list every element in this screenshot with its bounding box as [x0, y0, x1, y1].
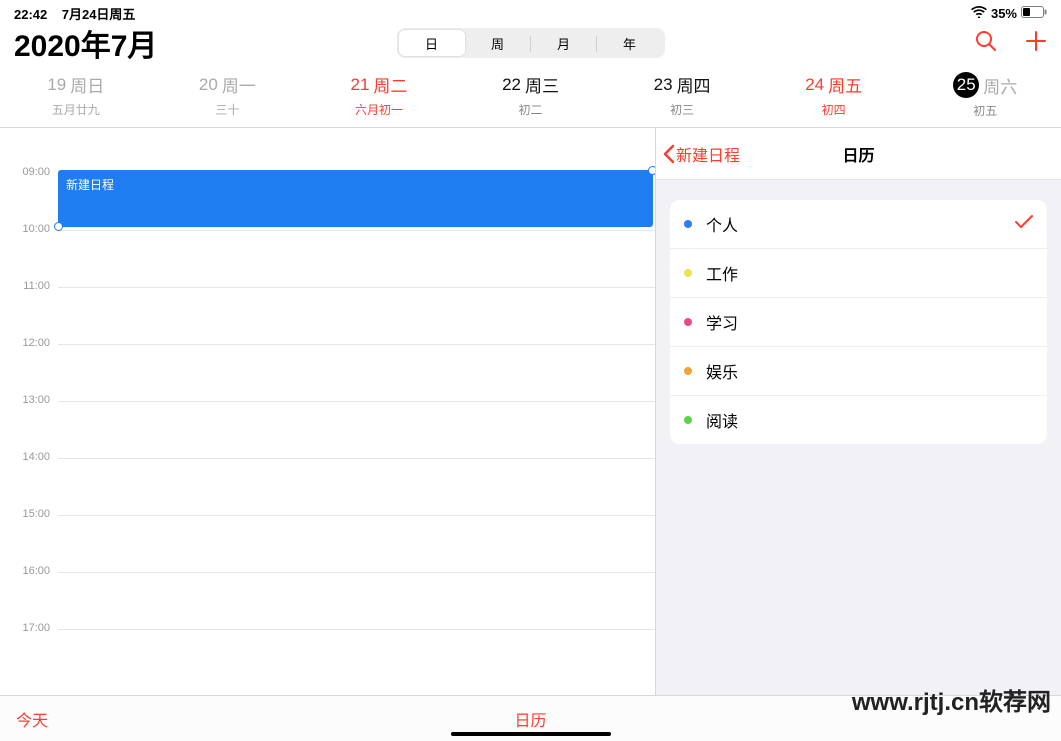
day-main: 24 周五 [805, 72, 862, 97]
day-column[interactable]: 23 周四初三 [606, 72, 758, 119]
day-sub: 三十 [215, 101, 239, 118]
day-main: 21 周二 [350, 72, 407, 97]
hour-label: 15:00 [0, 508, 58, 520]
day-column[interactable]: 19 周日五月廿九 [0, 72, 152, 119]
battery-icon [1021, 6, 1047, 21]
hour-row: 16:00 [0, 565, 655, 577]
hour-row: 15:00 [0, 508, 655, 520]
day-column[interactable]: 22 周三初二 [455, 72, 607, 119]
search-icon[interactable] [975, 30, 997, 57]
calendar-color-dot [684, 269, 692, 277]
checkmark-icon [1015, 215, 1033, 234]
event-resize-handle-top[interactable] [648, 166, 655, 175]
day-sub: 初三 [670, 101, 694, 118]
segment-day[interactable]: 日 [399, 30, 465, 56]
day-main: 25 周六 [953, 72, 1017, 98]
day-sub: 五月廿九 [52, 101, 100, 118]
hour-row: 11:00 [0, 280, 655, 292]
hour-line [58, 629, 655, 630]
header: 2020年7月 日 周 月 年 [0, 24, 1061, 68]
calendar-picker-panel: 新建日程 日历 个人工作学习娱乐阅读 [655, 128, 1061, 699]
week-day-row: 19 周日五月廿九20 周一三十21 周二六月初一22 周三初二23 周四初三2… [0, 68, 1061, 128]
hour-label: 12:00 [0, 337, 58, 349]
hour-row: 17:00 [0, 622, 655, 634]
hour-row: 12:00 [0, 337, 655, 349]
day-main: 22 周三 [502, 72, 559, 97]
home-indicator[interactable] [451, 732, 611, 736]
day-column[interactable]: 21 周二六月初一 [303, 72, 455, 119]
segment-year[interactable]: 年 [597, 30, 663, 56]
wifi-icon [971, 6, 987, 21]
status-time: 22:42 [14, 7, 47, 22]
calendar-item[interactable]: 娱乐 [670, 347, 1047, 396]
segment-month[interactable]: 月 [531, 30, 597, 56]
hour-line [58, 401, 655, 402]
hour-label: 11:00 [0, 280, 58, 292]
panel-back-button[interactable]: 新建日程 [656, 142, 740, 166]
panel-title: 日历 [842, 142, 874, 166]
calendar-color-dot [684, 220, 692, 228]
event-resize-handle-bottom[interactable] [54, 222, 63, 231]
view-segmented-control[interactable]: 日 周 月 年 [397, 28, 665, 58]
calendar-label: 个人 [706, 212, 738, 236]
calendar-color-dot [684, 416, 692, 424]
day-column[interactable]: 24 周五初四 [758, 72, 910, 119]
calendar-color-dot [684, 367, 692, 375]
hour-line [58, 287, 655, 288]
hour-label: 14:00 [0, 451, 58, 463]
calendar-item[interactable]: 阅读 [670, 396, 1047, 444]
day-column[interactable]: 20 周一三十 [152, 72, 304, 119]
segment-week[interactable]: 周 [465, 30, 531, 56]
calendar-list: 个人工作学习娱乐阅读 [670, 200, 1047, 444]
day-sub: 初五 [973, 102, 997, 119]
day-timeline[interactable]: 17:00 16:00 15:00 14:00 13:00 12:00 11:00 10:00… [0, 128, 655, 699]
status-left: 22:42 7月24日周五 [14, 4, 135, 23]
hour-line [58, 344, 655, 345]
hour-row: 13:00 [0, 394, 655, 406]
day-main: 23 周四 [654, 72, 711, 97]
battery-percent: 35% [991, 6, 1017, 21]
hour-label: 13:00 [0, 394, 58, 406]
day-sub: 六月初一 [355, 101, 403, 118]
panel-back-label: 新建日程 [676, 142, 740, 166]
status-date: 7月24日周五 [62, 7, 136, 22]
hour-label: 10:00 [0, 223, 58, 235]
calendar-item[interactable]: 工作 [670, 249, 1047, 298]
hour-row: 14:00 [0, 451, 655, 463]
watermark: www.rjtj.cn软荐网 [852, 682, 1051, 717]
status-bar: 22:42 7月24日周五 35% [0, 0, 1061, 24]
calendar-label: 学习 [706, 310, 738, 334]
hour-line [58, 572, 655, 573]
calendar-label: 娱乐 [706, 359, 738, 383]
panel-header: 新建日程 日历 [656, 128, 1061, 180]
month-title: 2020年7月 [14, 21, 157, 65]
calendar-label: 阅读 [706, 408, 738, 432]
day-sub: 初二 [519, 101, 543, 118]
hour-line [58, 230, 655, 231]
today-button[interactable]: 今天 [16, 707, 48, 731]
calendar-item[interactable]: 个人 [670, 200, 1047, 249]
add-icon[interactable] [1025, 30, 1047, 57]
hour-label: 16:00 [0, 565, 58, 577]
chevron-left-icon [662, 144, 676, 164]
event-title: 新建日程 [66, 178, 114, 192]
calendars-button[interactable]: 日历 [514, 707, 546, 731]
calendar-label: 工作 [706, 261, 738, 285]
day-sub: 初四 [822, 101, 846, 118]
day-column[interactable]: 25 周六初五 [909, 72, 1061, 119]
hour-label: 09:00 [0, 166, 58, 178]
calendar-item[interactable]: 学习 [670, 298, 1047, 347]
status-right: 35% [971, 6, 1047, 21]
calendar-color-dot [684, 318, 692, 326]
body-area: 17:00 16:00 15:00 14:00 13:00 12:00 11:00 10:00… [0, 128, 1061, 699]
hour-line [58, 515, 655, 516]
day-main: 19 周日 [47, 72, 104, 97]
hour-label: 17:00 [0, 622, 58, 634]
hour-line [58, 458, 655, 459]
event-block[interactable]: 新建日程 [58, 170, 653, 227]
day-main: 20 周一 [199, 72, 256, 97]
